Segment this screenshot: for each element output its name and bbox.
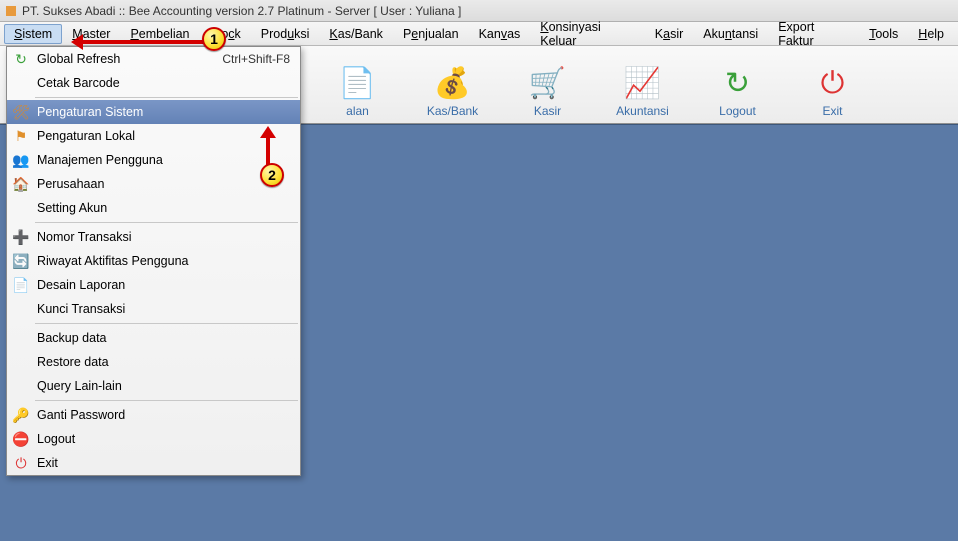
menu-item-label: Restore data [37, 355, 290, 369]
desain-laporan-icon: 📄 [11, 275, 31, 295]
toolbar-label: Exit [822, 104, 842, 118]
exit-icon: ⏻ [813, 64, 853, 104]
akuntansi-icon: 📈 [623, 64, 663, 104]
menu-item-label: Perusahaan [37, 177, 290, 191]
menu-item-kunci-transaksi[interactable]: Kunci Transaksi [7, 297, 300, 321]
menu-help[interactable]: Help [908, 24, 954, 44]
toolbar-label: alan [346, 104, 369, 118]
menu-akuntansi[interactable]: Akuntansi [693, 24, 768, 44]
menu-item-label: Logout [37, 432, 290, 446]
toolbar-logout-button[interactable]: ↻Logout [700, 52, 775, 118]
menu-item-exit[interactable]: ⏻ Exit [7, 451, 300, 475]
toolbar-label: Kasir [534, 104, 561, 118]
global-refresh-icon: ↻ [11, 49, 31, 69]
menu-item-label: Ganti Password [37, 408, 290, 422]
ganti-password-icon: 🔑 [11, 405, 31, 425]
menu-item-label: Pengaturan Sistem [37, 105, 290, 119]
menu-item-ganti-password[interactable]: 🔑 Ganti Password [7, 403, 300, 427]
menu-item-label: Query Lain-lain [37, 379, 290, 393]
blank-icon [11, 376, 31, 396]
menu-separator [35, 97, 298, 98]
annotation-marker-2: 2 [260, 163, 284, 187]
kasbank-icon: 💰 [433, 64, 473, 104]
menu-item-setting-akun[interactable]: Setting Akun [7, 196, 300, 220]
menu-item-label: Backup data [37, 331, 290, 345]
menu-tools[interactable]: Tools [859, 24, 908, 44]
blank-icon [11, 328, 31, 348]
app-icon [6, 6, 16, 16]
menu-separator [35, 222, 298, 223]
menu-exportfaktur[interactable]: Export Faktur [768, 17, 859, 51]
pengaturan-sistem-icon: 🛠 [11, 102, 31, 122]
menu-item-restore-data[interactable]: Restore data [7, 350, 300, 374]
menu-item-nomor-transaksi[interactable]: ➕ Nomor Transaksi [7, 225, 300, 249]
menu-item-perusahaan[interactable]: 🏠 Perusahaan [7, 172, 300, 196]
menu-produksi[interactable]: Produksi [251, 24, 320, 44]
menu-item-logout[interactable]: ⛔ Logout [7, 427, 300, 451]
toolbar-label: Kas/Bank [427, 104, 478, 118]
menu-item-label: Cetak Barcode [37, 76, 290, 90]
annotation-arrow-1 [75, 40, 215, 44]
logout-icon: ⛔ [11, 429, 31, 449]
menu-konsinyasikeluar[interactable]: Konsinyasi Keluar [530, 17, 645, 51]
menu-item-cetak-barcode[interactable]: Cetak Barcode [7, 71, 300, 95]
menu-item-desain-laporan[interactable]: 📄 Desain Laporan [7, 273, 300, 297]
menu-item-label: Exit [37, 456, 290, 470]
menu-item-label: Desain Laporan [37, 278, 290, 292]
toolbar-akuntansi-button[interactable]: 📈Akuntansi [605, 52, 680, 118]
riwayat-aktifitas-pengguna-icon: 🔄 [11, 251, 31, 271]
menu-item-query-lain-lain[interactable]: Query Lain-lain [7, 374, 300, 398]
menu-item-label: Pengaturan Lokal [37, 129, 290, 143]
menu-item-label: Nomor Transaksi [37, 230, 290, 244]
manajemen-pengguna-icon: 👥 [11, 150, 31, 170]
menu-item-backup-data[interactable]: Backup data [7, 326, 300, 350]
toolbar-kasbank-button[interactable]: 💰Kas/Bank [415, 52, 490, 118]
pengaturan-lokal-icon: ⚑ [11, 126, 31, 146]
blank-icon [11, 299, 31, 319]
menu-separator [35, 323, 298, 324]
kasir-icon: 🛒 [528, 64, 568, 104]
penjualan-icon: 📄 [338, 64, 378, 104]
logout-icon: ↻ [718, 64, 758, 104]
menu-item-label: Kunci Transaksi [37, 302, 290, 316]
menu-item-manajemen-pengguna[interactable]: 👥 Manajemen Pengguna [7, 148, 300, 172]
menu-item-global-refresh[interactable]: ↻ Global RefreshCtrl+Shift-F8 [7, 47, 300, 71]
toolbar-label: Logout [719, 104, 756, 118]
nomor-transaksi-icon: ➕ [11, 227, 31, 247]
exit-icon: ⏻ [11, 453, 31, 473]
blank-icon [11, 198, 31, 218]
menu-kanvas[interactable]: Kanvas [469, 24, 531, 44]
menu-item-label: Riwayat Aktifitas Pengguna [37, 254, 290, 268]
menu-item-label: Setting Akun [37, 201, 290, 215]
menu-item-riwayat-aktifitas-pengguna[interactable]: 🔄 Riwayat Aktifitas Pengguna [7, 249, 300, 273]
menu-separator [35, 400, 298, 401]
window-title: PT. Sukses Abadi :: Bee Accounting versi… [22, 4, 461, 18]
menu-kasbank[interactable]: Kas/Bank [319, 24, 393, 44]
toolbar-label: Akuntansi [616, 104, 669, 118]
blank-icon [11, 73, 31, 93]
toolbar-kasir-button[interactable]: 🛒Kasir [510, 52, 585, 118]
menu-item-label: Global Refresh [37, 52, 222, 66]
perusahaan-icon: 🏠 [11, 174, 31, 194]
toolbar-penjualan-button[interactable]: 📄alan [320, 52, 395, 118]
menu-item-pengaturan-lokal[interactable]: ⚑ Pengaturan Lokal [7, 124, 300, 148]
menu-kasir[interactable]: Kasir [645, 24, 694, 44]
menu-sistem[interactable]: Sistem [4, 24, 62, 44]
menu-penjualan[interactable]: Penjualan [393, 24, 469, 44]
sistem-dropdown: ↻ Global RefreshCtrl+Shift-F8 Cetak Barcod… [6, 46, 301, 476]
blank-icon [11, 352, 31, 372]
menu-item-label: Manajemen Pengguna [37, 153, 290, 167]
menu-item-pengaturan-sistem[interactable]: 🛠 Pengaturan Sistem [7, 100, 300, 124]
toolbar-exit-button[interactable]: ⏻Exit [795, 52, 870, 118]
annotation-marker-1: 1 [202, 27, 226, 51]
menu-item-accel: Ctrl+Shift-F8 [222, 52, 290, 66]
